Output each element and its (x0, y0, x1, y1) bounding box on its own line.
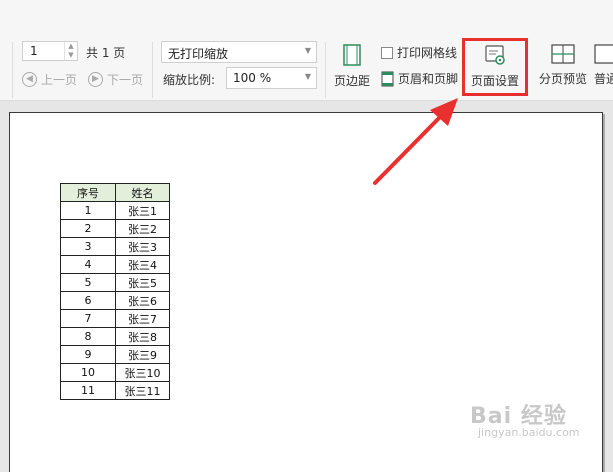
baidu-watermark-url: jingyan.baidu.com (478, 426, 580, 439)
annotation-arrow (373, 98, 458, 185)
